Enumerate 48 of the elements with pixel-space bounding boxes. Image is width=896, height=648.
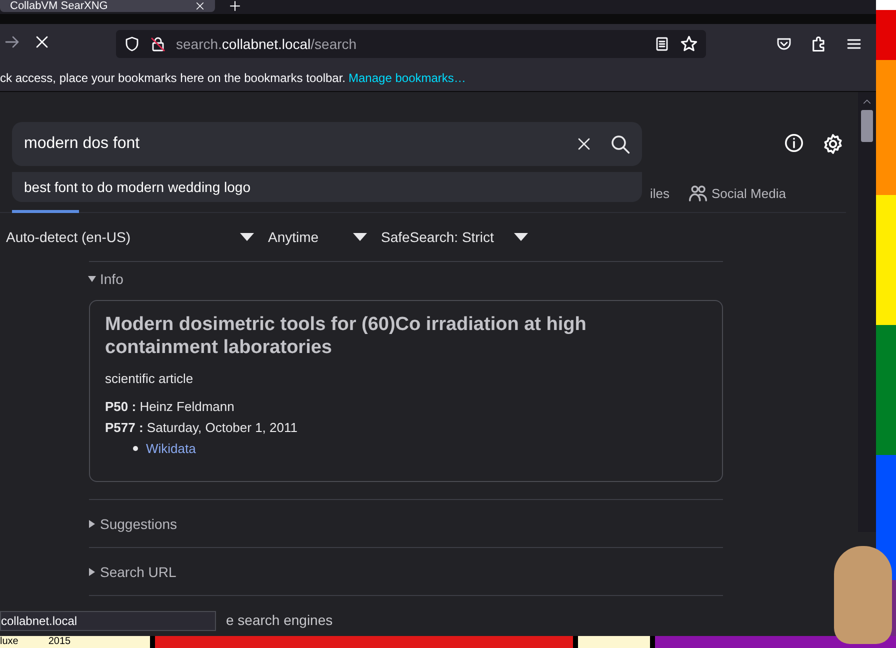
back-arrow-icon[interactable] [4,34,20,50]
filter-dropdown[interactable]: Anytime [268,229,381,245]
scrollbar[interactable] [858,92,876,532]
info-icon[interactable] [784,133,804,153]
insecure-lock-icon [150,36,166,52]
search-icon[interactable] [610,134,630,154]
star-icon[interactable] [680,35,698,53]
info-toggle[interactable]: Info [89,258,723,300]
people-icon [688,183,708,203]
status-url: collabnet.local [0,611,216,631]
dropdown-caret-icon [240,233,254,241]
section-toggle[interactable]: e search engines [226,596,333,636]
filter-dropdown[interactable]: Auto-detect (en-US) [6,229,268,245]
settings-icon[interactable] [822,133,844,155]
filter-dropdown[interactable]: SafeSearch: Strict [381,229,542,245]
infobox-attribute: P50 : Heinz Feldmann [105,398,236,416]
browser-tab[interactable]: CollabVM SearXNG [0,0,215,12]
infobox-description: scientific article [105,371,194,386]
section-toggle[interactable]: Search URL [89,548,723,595]
infobox-title: Modern dosimetric tools for (60)Co irradiation at high containment laboratories [105,313,588,359]
search-input[interactable]: modern dos font [24,135,558,153]
close-icon[interactable] [195,1,205,11]
manage-bookmarks-link[interactable]: Manage bookmarks… [348,70,466,84]
bullet-icon [133,446,138,451]
stop-loading-icon[interactable] [34,34,50,50]
wallpaper-panel [578,636,650,648]
infobox-attribute: P577 : Saturday, October 1, 2011 [105,419,298,437]
url-text: search.collabnet.local/search [176,36,358,52]
wallpaper-text: 2015 [48,636,71,648]
reader-view-icon[interactable] [654,36,670,52]
dropdown-caret-icon [514,233,528,241]
scrollbar-thumb[interactable] [861,110,873,142]
wallpaper-text: luxe [0,636,18,648]
category-tab[interactable]: iles [650,183,670,203]
search-bar[interactable]: modern dos font [12,122,642,166]
pocket-icon[interactable] [776,36,792,52]
clear-x-icon[interactable] [576,136,592,152]
bookmarks-toolbar-message: ck access, place your bookmarks here on the bookmarks toolbar. [0,70,346,84]
infobox-link[interactable]: Wikidata [146,438,196,459]
category-tab[interactable]: Social Media [688,183,786,203]
address-bar[interactable]: search.collabnet.local/search [116,30,706,58]
plus-icon[interactable] [229,0,241,12]
dropdown-caret-icon [353,233,367,241]
shield-icon [124,36,140,52]
section-toggle[interactable]: Suggestions [89,500,723,547]
tab-title: CollabVM SearXNG [10,0,109,12]
search-suggestion[interactable]: best font to do modern wedding logo [24,179,250,195]
active-tab-indicator [12,210,79,213]
